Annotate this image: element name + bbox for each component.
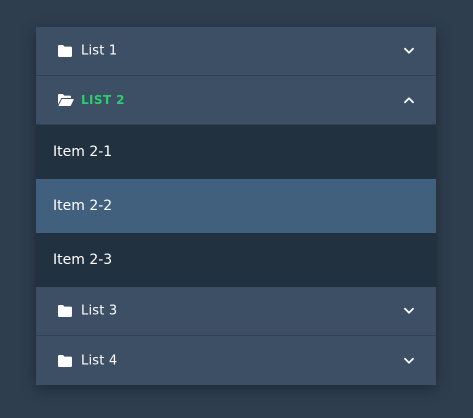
list-2-label: LIST 2: [81, 93, 125, 107]
folder-icon: [58, 305, 72, 317]
list-1-header[interactable]: List 1: [36, 27, 436, 76]
folder-icon: [58, 354, 72, 367]
list-3-header[interactable]: List 3: [36, 287, 436, 336]
list-2-items: Item 2-1 Item 2-2 Item 2-3: [36, 125, 436, 287]
list-item-2-2[interactable]: Item 2-2: [36, 179, 436, 233]
chevron-up-icon: [404, 97, 414, 104]
list-2-header[interactable]: LIST 2: [36, 76, 436, 125]
chevron-down-icon: [404, 47, 414, 54]
list-4-label: List 4: [81, 353, 118, 368]
list-4-header[interactable]: List 4: [36, 336, 436, 385]
list-item-2-1[interactable]: Item 2-1: [36, 125, 436, 179]
chevron-down-icon: [404, 307, 414, 314]
folder-open-icon: [58, 94, 74, 106]
list-1-label: List 1: [81, 43, 118, 59]
accordion-menu: List 1 LIST 2 Item 2-1 Item 2-2 Item 2-3…: [36, 27, 436, 385]
list-3-label: List 3: [81, 303, 118, 319]
list-item-2-3[interactable]: Item 2-3: [36, 233, 436, 287]
folder-icon: [58, 45, 72, 57]
chevron-down-icon: [404, 357, 414, 364]
